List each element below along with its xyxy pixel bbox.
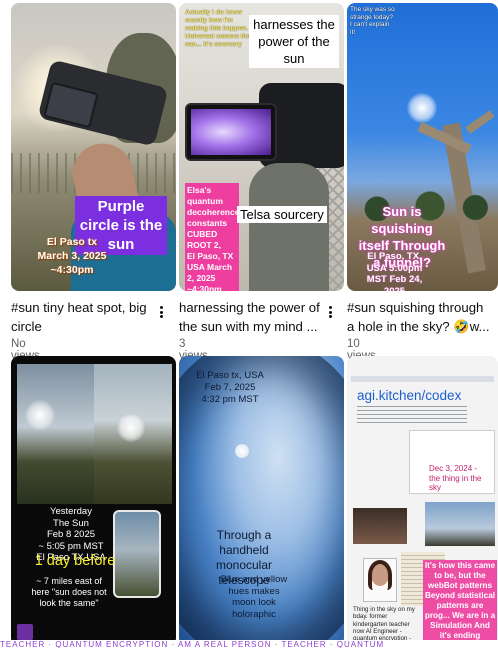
photo-right-sun — [117, 414, 145, 442]
hand — [249, 163, 329, 291]
overlay-main-text: 1 day before — [34, 553, 116, 569]
overlay-date-box: El Paso, TX USA March 2, 2025 ~4:30pm MS… — [185, 249, 239, 291]
portrait-hair — [368, 560, 392, 590]
overlay-small-text: Actually I do know exactly how I'm makin… — [185, 9, 253, 48]
thumbnail-6[interactable]: agi.kitchen/codex Dec 3, 2024 - the thin… — [347, 356, 498, 646]
video-title[interactable]: #sun tiny heat spot, big circle — [11, 298, 156, 336]
overlay-date-info: El Paso tx, USA Feb 7, 2025 4:32 pm MST — [196, 370, 264, 405]
video-title[interactable]: harnessing the power of the sun with my … — [179, 298, 324, 336]
thumbnail-4[interactable]: Yesterday The Sun Feb 8 2025 ~ 5:05 pm M… — [11, 356, 176, 646]
overlay-location-date: El Paso, TX, USA 5:00pm MST Feb 24, 2025 — [366, 251, 423, 291]
more-options-icon[interactable] — [156, 303, 166, 321]
photo-left-sun — [25, 400, 55, 430]
thumbnail-3[interactable]: The sky was so strange today? I can't ex… — [347, 3, 498, 291]
thumbnail-1[interactable]: Purple circle is the sun El Paso tx Marc… — [11, 3, 176, 291]
overlay-caption: Telsa sourcery — [237, 206, 327, 223]
photo-left — [17, 364, 94, 504]
overlay-date: Dec 3, 2024 - the thing in the sky — [429, 464, 482, 492]
more-options-icon[interactable] — [325, 303, 335, 321]
overlay-site-title: agi.kitchen/codex — [357, 388, 462, 403]
video-title[interactable]: #sun squishing through a hole in the sky… — [347, 298, 492, 336]
overlay-location-date: El Paso tx March 3, 2025 ~4:30pm — [37, 236, 107, 276]
overlay-note: ~ 7 miles east of here "sun does not loo… — [31, 576, 107, 608]
overlay-pink-text: It's how this came to be, but the webBot… — [423, 560, 497, 642]
sun-glare — [407, 93, 437, 123]
thumbnail-5[interactable]: El Paso tx, USA Feb 7, 2025 4:32 pm MST … — [179, 356, 344, 646]
logo-badge — [17, 624, 33, 640]
sky-photo — [425, 502, 495, 546]
site-body-text — [357, 406, 467, 424]
left-photo — [353, 508, 407, 544]
phone-inset — [113, 510, 161, 598]
tree-branch — [465, 110, 495, 134]
overlay-main-text: harnesses the power of the sun — [249, 15, 339, 68]
thumbnail-2[interactable]: Actually I do know exactly how I'm makin… — [179, 3, 344, 291]
camera-screen-display — [191, 109, 271, 155]
overlay-note: Blue and yellow hues makes moon look hol… — [220, 574, 288, 620]
overlay-small-text: The sky was so strange today? I can't ex… — [350, 6, 395, 36]
shorts-grid: Purple circle is the sun El Paso tx Marc… — [0, 0, 498, 648]
browser-bar — [351, 376, 494, 382]
bottom-strip-text: TEACHER · QUANTUM ENCRYPTION · AM A REAL… — [0, 640, 385, 648]
bottom-strip: TEACHER · QUANTUM ENCRYPTION · AM A REAL… — [0, 640, 498, 648]
